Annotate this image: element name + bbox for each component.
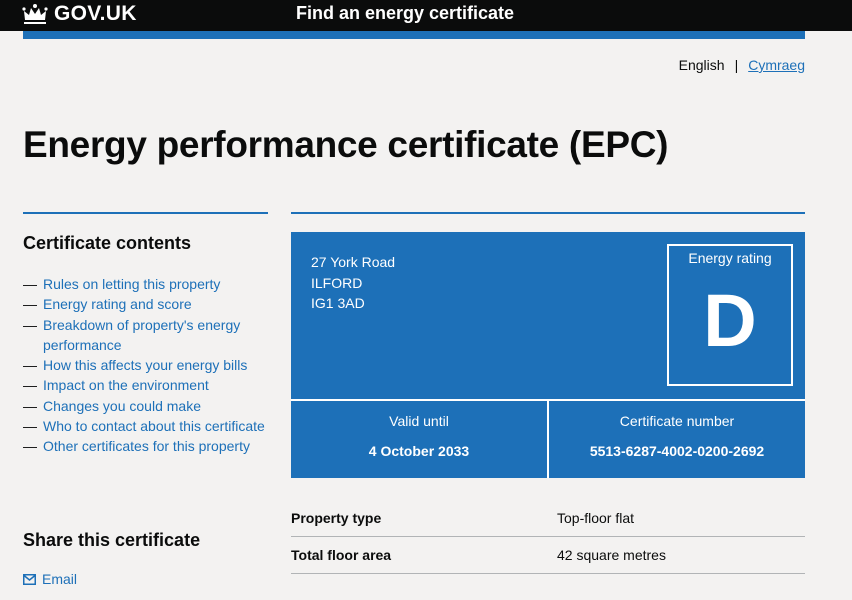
envelope-icon — [23, 573, 36, 585]
dash-icon: — — [23, 397, 37, 414]
energy-rating-box: Energy rating D — [667, 244, 793, 386]
contents-item: — Who to contact about this certificate — [23, 416, 268, 436]
main-top-rule — [291, 212, 805, 214]
address-line-2: ILFORD — [311, 274, 363, 291]
summary-row-floor-area: Total floor area 42 square metres — [291, 537, 805, 574]
contents-list: — Rules on letting this property — Energy … — [23, 274, 268, 457]
valid-until-cell: Valid until 4 October 2033 — [291, 401, 547, 478]
sidebar-top-rule — [23, 212, 268, 214]
contents-item: — Rules on letting this property — [23, 274, 268, 294]
dash-icon: — — [23, 438, 37, 455]
energy-rating-label: Energy rating — [688, 250, 772, 266]
language-welsh-link[interactable]: Cymraeg — [748, 57, 805, 73]
summary-value: 42 square metres — [557, 547, 666, 563]
summary-value: Top-floor flat — [557, 510, 635, 526]
contents-heading: Certificate contents — [23, 233, 192, 253]
valid-until-label: Valid until — [389, 413, 449, 429]
page-title: Energy performance certificate (EPC) — [23, 124, 669, 165]
property-summary-list: Property type Top-floor flat Total floor… — [291, 500, 805, 574]
dash-icon: — — [23, 418, 37, 435]
language-switcher: English | Cymraeg — [679, 57, 805, 73]
contents-item: — Breakdown of property's energy performa… — [23, 315, 268, 356]
contents-item: — How this affects your energy bills — [23, 355, 268, 375]
summary-row-property-type: Property type Top-floor flat — [291, 500, 805, 537]
summary-key: Property type — [291, 510, 382, 526]
crown-icon — [22, 4, 48, 24]
dash-icon: — — [23, 377, 37, 394]
header-blue-bar — [23, 31, 805, 39]
contents-link-breakdown[interactable]: Breakdown of property's energy performan… — [43, 315, 268, 356]
certificate-number-label: Certificate number — [619, 413, 735, 429]
contents-link-energy-rating[interactable]: Energy rating and score — [43, 294, 192, 314]
dash-icon: — — [23, 296, 37, 313]
contents-item: — Changes you could make — [23, 396, 268, 416]
valid-until-value: 4 October 2033 — [368, 443, 470, 459]
govuk-header: GOV.UK Find an energy certificate — [0, 0, 852, 31]
address-postcode: IG1 3AD — [311, 295, 365, 311]
certificate-number-value: 5513-6287-4002-0200-2692 — [589, 443, 765, 459]
service-name-link[interactable]: Find an energy certificate — [296, 3, 514, 24]
language-separator: | — [734, 57, 739, 73]
epc-summary-panel: 27 York Road ILFORD IG1 3AD Energy ratin… — [291, 232, 805, 478]
govuk-logo-link[interactable]: GOV.UK — [22, 2, 137, 26]
contents-link-energy-bills[interactable]: How this affects your energy bills — [43, 355, 247, 375]
share-heading: Share this certificate — [23, 530, 201, 550]
summary-key: Total floor area — [291, 547, 392, 563]
email-share-link[interactable]: Email — [23, 571, 77, 587]
email-label: Email — [42, 571, 78, 587]
logo-text: GOV.UK — [54, 2, 137, 25]
contents-link-contact[interactable]: Who to contact about this certificate — [43, 416, 265, 436]
contents-item: — Energy rating and score — [23, 294, 268, 314]
certificate-number-cell: Certificate number 5513-6287-4002-0200-2… — [549, 401, 805, 478]
contents-link-changes[interactable]: Changes you could make — [43, 396, 201, 416]
contents-item: — Other certificates for this property — [23, 436, 268, 456]
address-line-1: 27 York Road — [311, 254, 396, 270]
contents-link-rules-letting[interactable]: Rules on letting this property — [43, 274, 220, 294]
dash-icon: — — [23, 316, 37, 333]
property-address: 27 York Road ILFORD IG1 3AD — [311, 252, 395, 314]
contents-link-environment[interactable]: Impact on the environment — [43, 375, 209, 395]
language-current: English — [678, 57, 725, 73]
dash-icon: — — [23, 357, 37, 374]
dash-icon: — — [23, 276, 37, 292]
contents-item: — Impact on the environment — [23, 375, 268, 395]
energy-rating-letter: D — [703, 279, 757, 362]
contents-link-other-certificates[interactable]: Other certificates for this property — [43, 436, 250, 456]
